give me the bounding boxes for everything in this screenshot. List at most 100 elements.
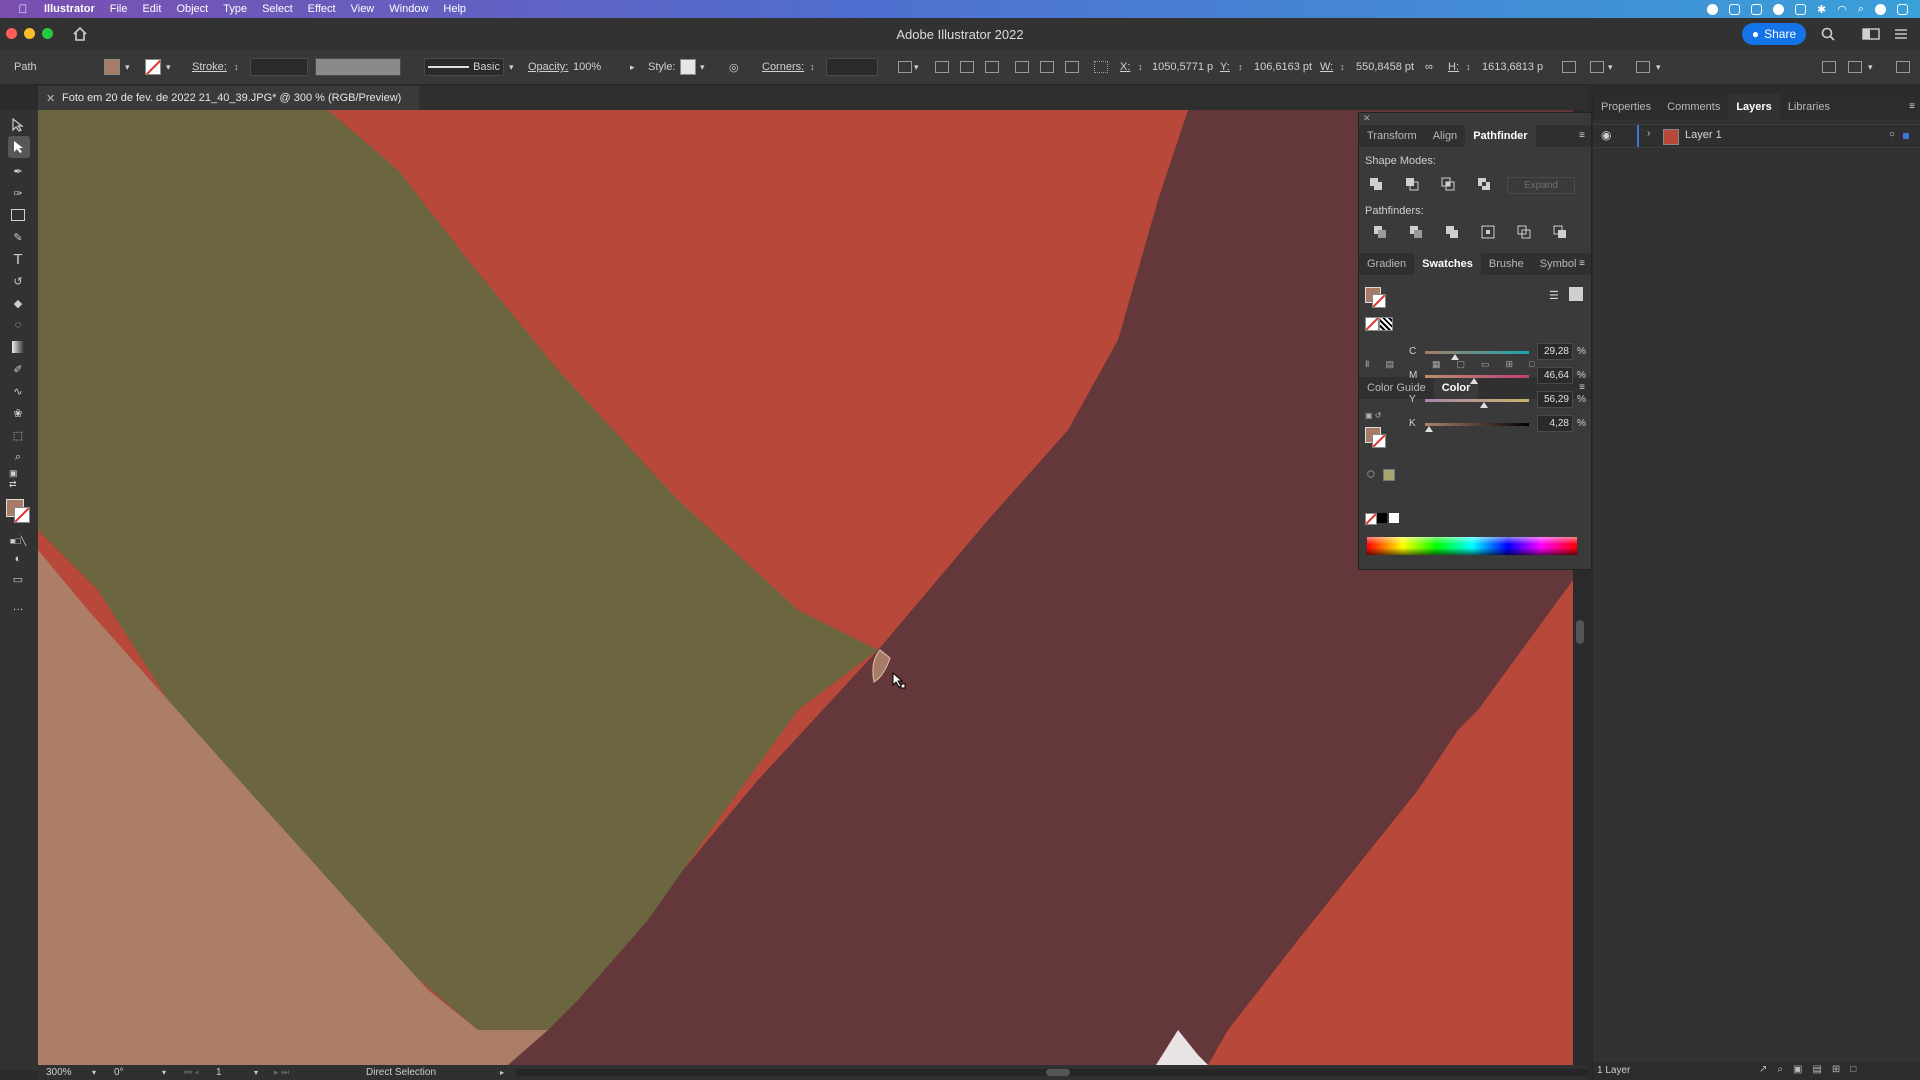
display-icon[interactable] xyxy=(1751,3,1762,15)
close-panel-icon[interactable]: ✕ xyxy=(1363,113,1371,124)
layers-menu-icon[interactable]: ≡ xyxy=(1909,101,1915,112)
isolate-dropdown-icon[interactable]: ▾ xyxy=(1608,50,1613,84)
rotation-field[interactable]: 0° xyxy=(114,1065,124,1080)
menu-effect[interactable]: Effect xyxy=(308,3,336,15)
brush-definition-field[interactable]: Basic xyxy=(424,58,504,76)
swatch-registration[interactable] xyxy=(1379,317,1393,331)
x-stepper[interactable]: ↕ xyxy=(1138,50,1143,84)
tab-layers[interactable]: Layers xyxy=(1728,94,1780,120)
menu-view[interactable]: View xyxy=(351,3,375,15)
document-tab[interactable]: ✕ Foto em 20 de fev. de 2022 21_40_39.JP… xyxy=(38,86,420,110)
delete-layer-icon[interactable]: □ xyxy=(1850,1064,1856,1075)
swatch-none[interactable] xyxy=(1365,317,1379,331)
locate-object-icon[interactable]: ⌕ xyxy=(1777,1064,1783,1075)
blend-tool-icon[interactable]: ∿ xyxy=(9,382,27,400)
y-field[interactable]: 106,6163 pt xyxy=(1254,50,1312,84)
panel-options-icon[interactable] xyxy=(1848,61,1862,73)
tab-comments[interactable]: Comments xyxy=(1659,94,1728,120)
layer-name[interactable]: Layer 1 xyxy=(1685,129,1722,141)
zoom-window-icon[interactable] xyxy=(42,28,53,39)
arrange-documents-icon[interactable] xyxy=(1862,27,1880,41)
slider-track-c[interactable] xyxy=(1425,351,1529,354)
artboard-tool-icon[interactable]: ⬚ xyxy=(9,426,27,444)
close-tab-icon[interactable]: ✕ xyxy=(46,92,55,105)
brush-dropdown-icon[interactable]: ▾ xyxy=(509,50,514,84)
workspace-icon[interactable] xyxy=(1894,27,1908,41)
y-stepper[interactable]: ↕ xyxy=(1238,50,1243,84)
screen-mode-icon[interactable]: ▭ xyxy=(9,570,27,588)
stroke-swatch[interactable] xyxy=(145,59,161,75)
recolor-icon[interactable]: ◎ xyxy=(729,50,739,84)
edit-toolbar-icon[interactable]: … xyxy=(9,598,27,616)
trim-icon[interactable] xyxy=(1409,225,1423,239)
gradient-tool-icon[interactable] xyxy=(9,338,27,356)
stroke-none-icon[interactable] xyxy=(14,507,30,523)
align-center-icon[interactable] xyxy=(960,61,974,73)
menu-select[interactable]: Select xyxy=(262,3,293,15)
first-artboard-icon[interactable]: ⏮ ◂ xyxy=(184,1065,199,1080)
slider-track-y[interactable] xyxy=(1425,399,1529,402)
record-icon[interactable] xyxy=(1707,3,1718,15)
tab-symbols[interactable]: Symbol xyxy=(1532,253,1585,275)
vertical-scrollbar-thumb[interactable] xyxy=(1576,620,1584,644)
outline-icon[interactable] xyxy=(1517,225,1531,239)
layer-row[interactable]: ◉ › Layer 1 ○ xyxy=(1593,124,1920,148)
spotlight-icon[interactable]: ⌕ xyxy=(1858,3,1864,16)
pathfinder-menu-icon[interactable]: ≡ xyxy=(1579,130,1585,141)
rotate-tool-icon[interactable]: ↺ xyxy=(9,272,27,290)
selection-tool-icon[interactable] xyxy=(9,116,27,134)
corners-field[interactable] xyxy=(826,58,878,76)
unite-icon[interactable] xyxy=(1369,177,1383,191)
control-center-icon[interactable] xyxy=(1897,3,1908,15)
menu-help[interactable]: Help xyxy=(443,3,466,15)
type-tool-icon[interactable]: T xyxy=(9,250,27,268)
crop-icon[interactable] xyxy=(1481,225,1495,239)
panel-options-dropdown-icon[interactable]: ▾ xyxy=(1868,50,1873,84)
last-artboard-icon[interactable]: ▸ ⏭ xyxy=(274,1065,289,1080)
tab-gradient[interactable]: Gradien xyxy=(1359,253,1414,275)
zoom-tool-icon[interactable]: ⌕ xyxy=(9,448,27,466)
expand-button[interactable]: Expand xyxy=(1507,177,1575,194)
horizontal-scrollbar-thumb[interactable] xyxy=(1046,1069,1070,1076)
color-stroke-none-icon[interactable] xyxy=(1372,434,1386,448)
draw-mode-icon[interactable]: ◐ xyxy=(9,550,27,568)
minus-front-icon[interactable] xyxy=(1405,177,1419,191)
menu-object[interactable]: Object xyxy=(176,3,208,15)
stroke-label[interactable]: Stroke: xyxy=(192,50,227,84)
swatches-menu-icon[interactable]: ≡ xyxy=(1579,258,1585,269)
opacity-field[interactable]: 100% xyxy=(570,58,630,76)
tab-swatches[interactable]: Swatches xyxy=(1414,253,1481,275)
new-sublayer-icon[interactable]: ▤ xyxy=(1812,1064,1821,1075)
w-stepper[interactable]: ↕ xyxy=(1340,50,1345,84)
h-stepper[interactable]: ↕ xyxy=(1466,50,1471,84)
layer-target-icon[interactable]: ○ xyxy=(1889,129,1895,140)
slider-value-c[interactable]: 29,28 xyxy=(1537,343,1573,360)
intersect-icon[interactable] xyxy=(1441,177,1455,191)
share-button[interactable]: ● Share xyxy=(1742,23,1806,45)
slider-thumb-m[interactable] xyxy=(1469,378,1478,384)
tab-brushes[interactable]: Brushe xyxy=(1481,253,1532,275)
artboard-canvas[interactable] xyxy=(38,110,1573,1065)
wifi-icon[interactable]: ◠ xyxy=(1837,3,1847,16)
export-icon[interactable]: ↗ xyxy=(1759,1064,1767,1075)
none-color-icon[interactable] xyxy=(1365,513,1377,525)
w-field[interactable]: 550,8458 pt xyxy=(1356,50,1414,84)
layer-selection-indicator[interactable] xyxy=(1903,133,1909,139)
list-view-icon[interactable]: ☰ xyxy=(1549,289,1559,302)
merge-icon[interactable] xyxy=(1445,225,1459,239)
stroke-dropdown-icon[interactable]: ▾ xyxy=(166,50,171,84)
minimize-window-icon[interactable] xyxy=(24,28,35,39)
default-fill-stroke-icon[interactable]: ▣ ⇄ xyxy=(9,468,27,489)
graphic-style-swatch[interactable] xyxy=(680,59,696,75)
corners-label[interactable]: Corners: xyxy=(762,50,804,84)
slider-value-y[interactable]: 56,29 xyxy=(1537,391,1573,408)
align-right-icon[interactable] xyxy=(985,61,999,73)
opacity-label[interactable]: Opacity: xyxy=(528,50,568,84)
curvature-tool-icon[interactable]: ✑ xyxy=(9,184,27,202)
clipping-mask-icon[interactable]: ▣ xyxy=(1793,1064,1802,1075)
user-icon[interactable] xyxy=(1875,3,1886,15)
corners-stepper[interactable]: ↕ xyxy=(810,50,815,84)
menu-type[interactable]: Type xyxy=(223,3,247,15)
reference-point-icon[interactable] xyxy=(1094,61,1108,73)
menu-file[interactable]: File xyxy=(110,3,128,15)
